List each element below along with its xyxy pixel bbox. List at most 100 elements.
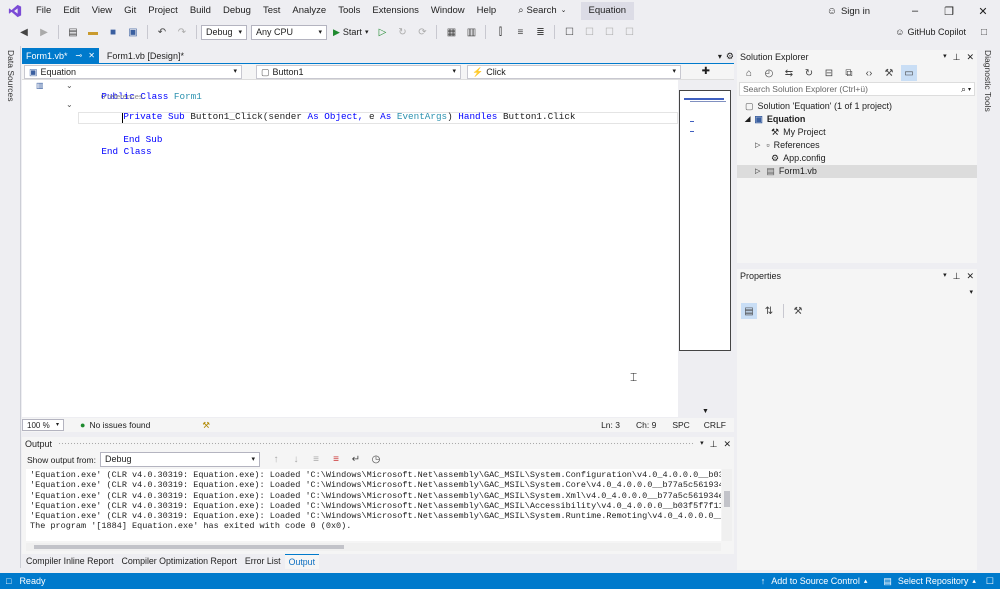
- tab-compiler-optimization-report[interactable]: Compiler Optimization Report: [118, 554, 241, 568]
- github-copilot-button[interactable]: GitHub Copilot: [907, 27, 966, 37]
- show-all-files-icon[interactable]: ⧉: [841, 65, 857, 81]
- code-editor[interactable]: ▥ ⌄ ⌄ Public Class Form1 0 references Pr…: [22, 80, 678, 417]
- find-message-icon[interactable]: ↑: [268, 452, 284, 468]
- collapse-sub-icon[interactable]: ⌄: [66, 100, 73, 109]
- menu-git[interactable]: Git: [118, 0, 142, 22]
- scrollbar-thumb[interactable]: [724, 491, 730, 507]
- collapsed-arrow-icon[interactable]: ▷: [755, 139, 760, 152]
- word-wrap-icon[interactable]: ↵: [348, 452, 364, 468]
- expanded-arrow-icon[interactable]: ◢: [745, 113, 750, 126]
- feedback-icon[interactable]: □: [976, 24, 992, 40]
- start-button[interactable]: ▶ Start ▾: [333, 27, 368, 38]
- window-options-icon[interactable]: ▾: [943, 50, 947, 64]
- align-icon[interactable]: ⫿: [492, 24, 508, 40]
- pin-icon[interactable]: ⊥: [953, 50, 961, 64]
- line-endings[interactable]: CRLF: [704, 420, 726, 430]
- alphabetical-icon[interactable]: ⇅: [761, 303, 777, 319]
- save-all-icon[interactable]: ▣: [125, 24, 141, 40]
- close-button[interactable]: ✕: [966, 5, 1000, 18]
- sync-icon[interactable]: ⇆: [781, 65, 797, 81]
- issues-status[interactable]: No issues found: [89, 420, 150, 430]
- grid-icon[interactable]: ▥: [463, 24, 479, 40]
- comment-icon[interactable]: ≡: [512, 24, 528, 40]
- tree-project[interactable]: ◢ ▣ Equation: [745, 113, 805, 126]
- tree-my-project[interactable]: ⚒ My Project: [771, 126, 826, 139]
- project-dropdown[interactable]: ▣ Equation ▾: [24, 64, 242, 79]
- select-repository-button[interactable]: Select Repository: [898, 576, 969, 586]
- uncomment-icon[interactable]: ≣: [532, 24, 548, 40]
- menu-project[interactable]: Project: [142, 0, 184, 22]
- notifications-icon[interactable]: ☐: [986, 576, 994, 587]
- output-source-dropdown[interactable]: Debug ▾: [99, 452, 260, 467]
- line-number[interactable]: Ln: 3: [601, 420, 620, 430]
- menu-debug[interactable]: Debug: [217, 0, 257, 22]
- menu-window[interactable]: Window: [425, 0, 471, 22]
- menu-tools[interactable]: Tools: [332, 0, 366, 22]
- property-pages-icon[interactable]: ⚒: [790, 303, 806, 319]
- open-folder-icon[interactable]: ▬: [85, 24, 101, 40]
- data-sources-tab[interactable]: Data Sources: [6, 50, 16, 102]
- tree-app-config[interactable]: ⚙ App.config: [771, 152, 826, 165]
- output-horizontal-scrollbar[interactable]: [26, 543, 721, 551]
- menu-extensions[interactable]: Extensions: [366, 0, 424, 22]
- start-without-debugging-icon[interactable]: ▷: [374, 24, 390, 40]
- categorized-icon[interactable]: ▤: [741, 303, 757, 319]
- diagnostic-tools-tab[interactable]: Diagnostic Tools: [983, 50, 993, 112]
- restore-button[interactable]: ❐: [932, 5, 966, 18]
- add-to-source-control-button[interactable]: Add to Source Control: [771, 576, 860, 586]
- properties-icon[interactable]: ⚒: [881, 65, 897, 81]
- platform-dropdown[interactable]: Any CPU ▾: [251, 24, 327, 40]
- tab-form1-vb[interactable]: Form1.vb* ⊸ ✕: [22, 48, 99, 64]
- scrollbar-thumb[interactable]: [34, 545, 344, 549]
- collapsed-arrow-icon[interactable]: ▷: [755, 165, 760, 178]
- window-options-icon[interactable]: ▾: [700, 437, 704, 451]
- whitespace-mode[interactable]: SPC: [672, 420, 689, 430]
- menu-test[interactable]: Test: [257, 0, 286, 22]
- tab-output[interactable]: Output: [284, 553, 320, 569]
- solution-search-box[interactable]: Search Solution Explorer (Ctrl+ü) ⌕ ▾: [739, 82, 975, 96]
- tab-compiler-inline-report[interactable]: Compiler Inline Report: [22, 554, 118, 568]
- forward-icon[interactable]: ▶: [36, 24, 52, 40]
- bookmark-next-icon[interactable]: ☐: [601, 24, 617, 40]
- tree-form1[interactable]: ▷ ▤ Form1.vb: [755, 165, 817, 178]
- collapse-class-icon[interactable]: ⌄: [66, 81, 73, 90]
- split-window-icon[interactable]: ✚: [702, 66, 710, 77]
- menu-edit[interactable]: Edit: [57, 0, 85, 22]
- window-options-icon[interactable]: ▾: [943, 269, 947, 283]
- preview-icon[interactable]: ▭: [901, 65, 917, 81]
- configuration-dropdown[interactable]: Debug ▾: [201, 24, 247, 40]
- close-icon[interactable]: ✕: [723, 437, 731, 451]
- settings-icon[interactable]: ⚙: [726, 51, 734, 62]
- menu-help[interactable]: Help: [471, 0, 503, 22]
- tab-error-list[interactable]: Error List: [241, 554, 285, 568]
- refresh-icon[interactable]: ↻: [801, 65, 817, 81]
- code-minimap[interactable]: [679, 90, 731, 351]
- tab-form1-design[interactable]: Form1.vb [Design]*: [103, 48, 188, 64]
- new-project-icon[interactable]: ▤: [65, 24, 81, 40]
- code-cleanup-icon[interactable]: ⚒: [202, 420, 210, 431]
- sign-in-link[interactable]: Sign in: [841, 6, 870, 17]
- menu-view[interactable]: View: [86, 0, 118, 22]
- bookmark-icon[interactable]: ☐: [561, 24, 577, 40]
- prev-message-icon[interactable]: ≡: [308, 452, 324, 468]
- object-dropdown[interactable]: ▢ Button1 ▾: [256, 64, 461, 79]
- object-selector[interactable]: ▾: [739, 285, 975, 299]
- refresh-icon[interactable]: ⟳: [414, 24, 430, 40]
- menu-build[interactable]: Build: [184, 0, 217, 22]
- bookmark-prev-icon[interactable]: ☐: [581, 24, 597, 40]
- tree-references[interactable]: ▷ ▫ References: [755, 139, 820, 152]
- next-message-icon[interactable]: ↓: [288, 452, 304, 468]
- bookmark-clear-icon[interactable]: ☐: [621, 24, 637, 40]
- menu-analyze[interactable]: Analyze: [286, 0, 332, 22]
- close-icon[interactable]: ✕: [966, 50, 974, 64]
- tab-overflow-icon[interactable]: ▾: [718, 52, 722, 61]
- close-icon[interactable]: ✕: [966, 269, 974, 283]
- clear-all-icon[interactable]: ≡: [328, 452, 344, 468]
- close-icon[interactable]: ✕: [88, 48, 95, 64]
- tree-solution[interactable]: ▢ Solution 'Equation' (1 of 1 project): [745, 100, 892, 113]
- column-number[interactable]: Ch: 9: [636, 420, 656, 430]
- save-icon[interactable]: ■: [105, 24, 121, 40]
- scroll-down-icon[interactable]: ▼: [702, 408, 709, 415]
- output-text-area[interactable]: 'Equation.exe' (CLR v4.0.30319: Equation…: [26, 469, 721, 541]
- redo-icon[interactable]: ↷: [174, 24, 190, 40]
